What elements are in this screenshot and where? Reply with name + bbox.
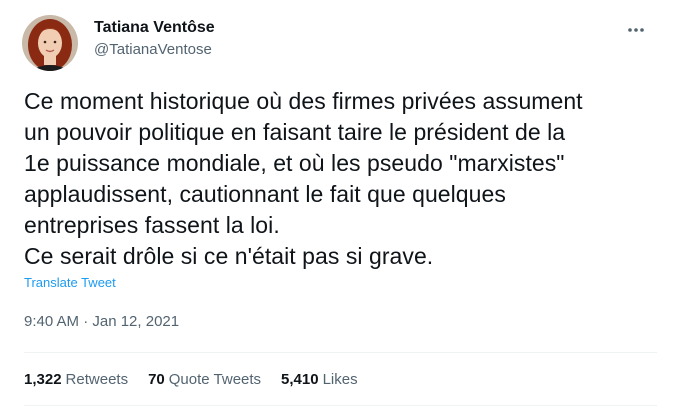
likes-stat[interactable]: 5,410 Likes [281, 370, 358, 390]
likes-label: Likes [322, 371, 358, 388]
avatar-portrait-icon [22, 15, 78, 71]
quote-tweets-count: 70 [148, 371, 165, 388]
translate-tweet-link[interactable]: Translate Tweet [24, 274, 116, 292]
quote-tweets-label: Quote Tweets [168, 371, 262, 388]
divider [24, 405, 657, 406]
more-options-button[interactable] [622, 20, 650, 40]
retweets-count: 1,322 [24, 371, 62, 388]
tweet-card: Tatiana Ventôse @TatianaVentose Ce momen… [0, 0, 679, 413]
avatar[interactable] [22, 15, 78, 71]
author-name[interactable]: Tatiana Ventôse [94, 18, 215, 38]
tweet-timestamp[interactable]: 9:40 AM · Jan 12, 2021 [24, 312, 179, 332]
retweets-stat[interactable]: 1,322 Retweets [24, 370, 128, 390]
retweets-label: Retweets [65, 371, 129, 388]
author-handle[interactable]: @TatianaVentose [94, 40, 212, 60]
quote-tweets-stat[interactable]: 70 Quote Tweets [148, 370, 261, 390]
divider [24, 352, 657, 353]
tweet-text: Ce moment historique où des firmes privé… [24, 88, 583, 269]
more-icon [628, 28, 644, 32]
tweet-stats: 1,322 Retweets 70 Quote Tweets 5,410 Likes [24, 370, 378, 390]
likes-count: 5,410 [281, 371, 319, 388]
